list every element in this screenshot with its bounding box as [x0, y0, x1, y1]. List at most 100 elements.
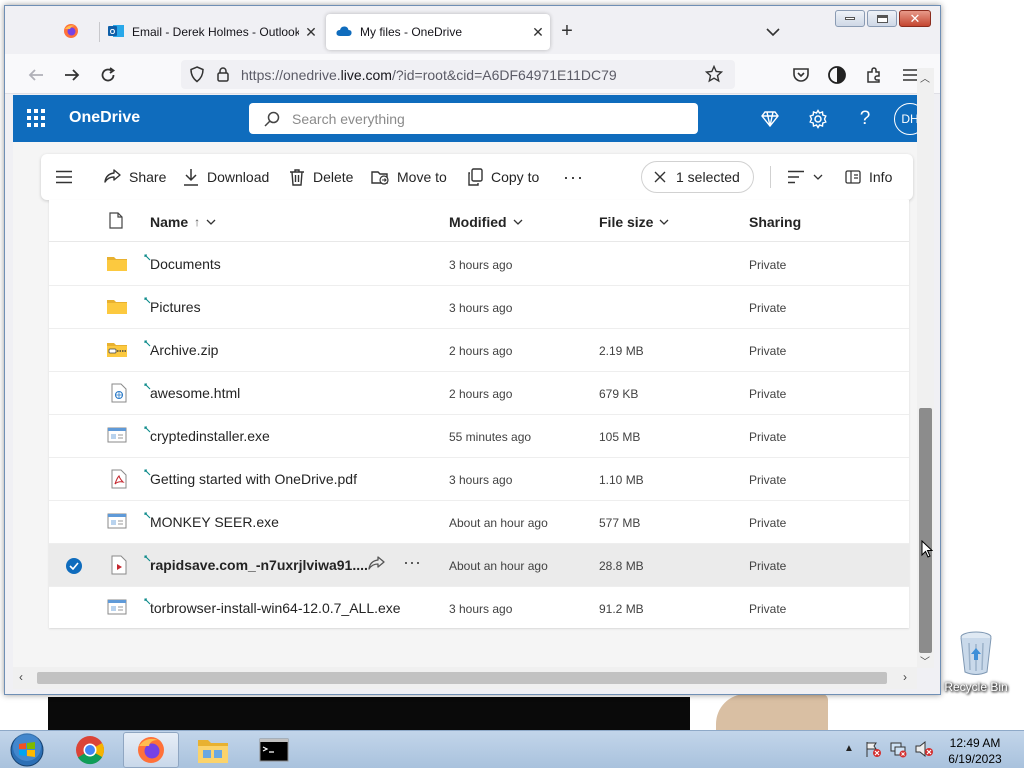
list-all-tabs-button[interactable] — [763, 22, 783, 42]
file-modified: 55 minutes ago — [449, 430, 532, 444]
file-row[interactable]: Documents 3 hours ago Private — [49, 243, 909, 286]
browser-window: O Email - Derek Holmes - Outlook ✕ My fi… — [4, 5, 941, 695]
file-row[interactable]: Pictures 3 hours ago Private — [49, 286, 909, 329]
vertical-scrollbar[interactable]: ︿ ﹀ — [917, 68, 934, 668]
move-to-button[interactable]: Move to — [371, 154, 447, 200]
start-button[interactable] — [6, 732, 48, 768]
help-button[interactable]: ? — [853, 107, 877, 131]
file-name[interactable]: Documents — [150, 256, 221, 272]
help-icon: ? — [859, 108, 871, 129]
recycle-bin-label[interactable]: Recycle Bin — [940, 680, 1012, 694]
scroll-up-icon[interactable]: ︿ — [920, 70, 930, 85]
share-button[interactable]: Share — [103, 154, 166, 200]
file-name[interactable]: Archive.zip — [150, 342, 218, 358]
chevron-down-icon — [813, 174, 823, 180]
action-center-flag-icon[interactable] — [864, 740, 882, 761]
file-list: Name ↑ Modified File size Sharing Docume… — [49, 200, 909, 630]
exe-file-icon — [107, 427, 129, 445]
file-sharing: Private — [749, 559, 787, 573]
minimize-button[interactable] — [835, 10, 865, 27]
tab-outlook-email[interactable]: O Email - Derek Holmes - Outlook ✕ — [98, 14, 323, 50]
delete-button[interactable]: Delete — [289, 154, 353, 200]
file-name[interactable]: cryptedinstaller.exe — [150, 428, 270, 444]
file-row[interactable]: Getting started with OneDrive.pdf 3 hour… — [49, 458, 909, 501]
premium-diamond-button[interactable] — [758, 107, 782, 131]
file-row[interactable]: awesome.html 2 hours ago 679 KB Private — [49, 372, 909, 415]
taskbar-command-prompt[interactable] — [246, 732, 302, 768]
sharing-column-header[interactable]: Sharing — [749, 214, 801, 230]
system-clock[interactable]: 12:49 AM 6/19/2023 — [942, 735, 1008, 767]
file-row-selected[interactable]: rapidsave.com_-n7uxrjlviwa91.... ··· Abo… — [49, 544, 909, 587]
recycle-bin[interactable]: Recycle Bin — [940, 630, 1012, 694]
vertical-scroll-thumb[interactable] — [919, 408, 932, 653]
taskbar-firefox[interactable] — [123, 732, 179, 768]
file-name[interactable]: awesome.html — [150, 385, 240, 401]
horizontal-scroll-thumb[interactable] — [37, 672, 887, 684]
close-tab-icon[interactable]: ✕ — [526, 24, 550, 41]
close-tab-icon[interactable]: ✕ — [299, 24, 323, 41]
tab-firefox-view[interactable] — [43, 14, 99, 50]
maximize-button[interactable] — [867, 10, 897, 27]
clear-selection-icon — [654, 171, 666, 183]
address-bar[interactable]: https://onedrive.live.com/?id=root&cid=A… — [181, 60, 735, 89]
onedrive-brand[interactable]: OneDrive — [69, 109, 140, 127]
taskbar-chrome[interactable] — [62, 732, 118, 768]
info-button[interactable]: Info — [845, 154, 892, 200]
recycle-bin-icon[interactable] — [958, 630, 994, 676]
file-row[interactable]: MONKEY SEER.exe About an hour ago 577 MB… — [49, 501, 909, 544]
row-more-actions-button[interactable]: ··· — [403, 552, 421, 573]
scroll-down-icon[interactable]: ﹀ — [920, 653, 930, 668]
tab-title: My files - OneDrive — [360, 25, 463, 39]
file-name[interactable]: rapidsave.com_-n7uxrjlviwa91.... — [150, 557, 368, 573]
file-name[interactable]: Pictures — [150, 299, 201, 315]
back-button[interactable] — [23, 62, 49, 88]
reload-button[interactable] — [95, 62, 121, 88]
file-modified: 3 hours ago — [449, 602, 513, 616]
file-name[interactable]: torbrowser-install-win64-12.0.7_ALL.exe — [150, 600, 401, 616]
selection-pill[interactable]: 1 selected — [641, 161, 754, 193]
tab-onedrive[interactable]: My files - OneDrive ✕ — [326, 14, 550, 50]
close-window-button[interactable]: ✕ — [899, 10, 931, 27]
pocket-icon — [793, 68, 809, 82]
file-size-column-header[interactable]: File size — [599, 214, 669, 230]
row-checkbox-checked[interactable] — [66, 558, 82, 574]
nav-toggle-button[interactable] — [55, 154, 73, 200]
copy-to-button[interactable]: Copy to — [467, 154, 539, 200]
app-launcher-icon[interactable] — [27, 109, 45, 127]
extensions-button[interactable] — [861, 62, 887, 88]
puzzle-icon — [867, 67, 880, 83]
more-actions-button[interactable]: ··· — [563, 154, 584, 200]
file-type-column-header[interactable] — [109, 212, 123, 229]
sort-view-button[interactable] — [787, 154, 823, 200]
file-row[interactable]: torbrowser-install-win64-12.0.7_ALL.exe … — [49, 587, 909, 630]
modified-column-header[interactable]: Modified — [449, 214, 523, 230]
settings-button[interactable] — [806, 107, 830, 131]
file-row[interactable]: cryptedinstaller.exe 55 minutes ago 105 … — [49, 415, 909, 458]
bookmark-star-icon[interactable] — [704, 64, 724, 86]
file-size-column-label: File size — [599, 214, 654, 230]
horizontal-scrollbar[interactable]: ‹ › — [13, 667, 917, 689]
scroll-left-icon[interactable]: ‹ — [19, 670, 23, 684]
file-name[interactable]: MONKEY SEER.exe — [150, 514, 279, 530]
html-file-icon — [111, 383, 133, 403]
show-hidden-icons-button[interactable]: ▲ — [844, 743, 854, 754]
taskbar-file-explorer[interactable] — [185, 732, 241, 768]
hamburger-icon — [903, 69, 917, 81]
name-column-header[interactable]: Name ↑ — [150, 214, 216, 230]
scroll-right-icon[interactable]: › — [903, 670, 907, 684]
tracking-protection-shield-icon[interactable] — [189, 66, 205, 86]
file-name[interactable]: Getting started with OneDrive.pdf — [150, 471, 357, 487]
forward-button[interactable] — [59, 62, 85, 88]
dark-reader-button[interactable] — [824, 62, 850, 88]
download-button[interactable]: Download — [183, 154, 269, 200]
new-tab-button[interactable]: + — [555, 20, 579, 44]
url-text[interactable]: https://onedrive.live.com/?id=root&cid=A… — [241, 67, 617, 83]
volume-muted-icon[interactable] — [914, 740, 934, 761]
search-input[interactable]: Search everything — [249, 103, 698, 134]
lock-icon[interactable] — [216, 66, 230, 85]
file-size: 577 MB — [599, 516, 641, 530]
pocket-button[interactable] — [788, 62, 814, 88]
file-row[interactable]: Archive.zip 2 hours ago 2.19 MB Private — [49, 329, 909, 372]
network-icon[interactable] — [889, 740, 907, 761]
row-share-button[interactable] — [367, 556, 385, 575]
